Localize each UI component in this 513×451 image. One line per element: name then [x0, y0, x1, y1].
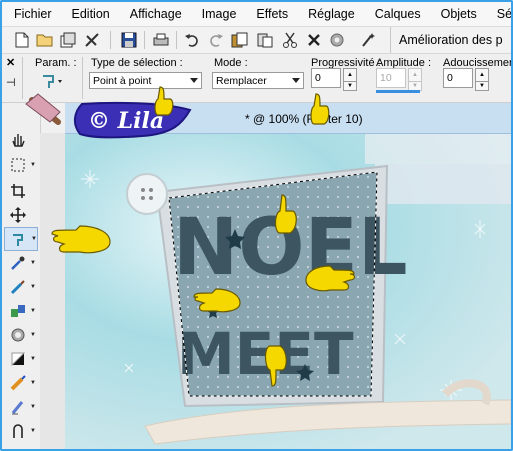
move-icon [8, 205, 28, 225]
menu-reglage[interactable]: Réglage [298, 2, 365, 26]
freehand-selection-tool[interactable]: ▼ [4, 227, 38, 251]
move-tool[interactable] [4, 203, 38, 227]
selection-type-select[interactable]: Point à point [89, 72, 202, 89]
contrast-tool[interactable]: ▼ [4, 347, 38, 371]
amplitude-value: 10 [380, 72, 392, 84]
freehand-selection-icon [9, 229, 29, 249]
menu-calques[interactable]: Calques [365, 2, 431, 26]
retouch-tool[interactable]: ▼ [4, 323, 38, 347]
menu-affichage[interactable]: Affichage [120, 2, 192, 26]
vertical-ruler [40, 133, 66, 449]
save-icon[interactable] [119, 30, 139, 50]
cut-icon[interactable] [280, 30, 300, 50]
dropper-tool[interactable]: ▼ [4, 251, 38, 275]
pointer-hand-icon [262, 342, 288, 391]
tool-palette: ▼ ▼ ▼ ▼ ▼ ▼ ▼ ▼ ▼ ▼ [2, 103, 41, 449]
selection-rect-icon [8, 155, 28, 175]
browse-icon[interactable] [58, 30, 78, 50]
pin-icon[interactable]: ⊣ [6, 76, 16, 89]
text-icon [8, 421, 28, 441]
magic-icon[interactable] [358, 30, 378, 50]
eraser-tool[interactable]: ▼ [4, 395, 38, 419]
print-icon[interactable] [151, 30, 171, 50]
redo-icon[interactable] [206, 30, 226, 50]
pointer-hand-icon [192, 287, 244, 318]
contrast-icon [8, 349, 28, 369]
menu-objets[interactable]: Objets [431, 2, 487, 26]
undo-icon[interactable] [182, 30, 202, 50]
brush-icon [8, 277, 28, 297]
dropper-icon [8, 253, 28, 273]
brush-tool[interactable]: ▼ [4, 275, 38, 299]
canvas-artwork: NOEL MEET [65, 134, 511, 449]
paste-icon[interactable] [255, 30, 275, 50]
mode-select[interactable]: Remplacer [212, 72, 304, 89]
smoothing-input[interactable]: 0 [443, 68, 473, 88]
color-replace-tool[interactable]: ▼ [4, 371, 38, 395]
pointer-hand-icon [152, 85, 176, 122]
amplitude-slider[interactable] [376, 90, 420, 93]
close-icon[interactable]: ✕ [6, 56, 15, 69]
retouch-icon [8, 325, 28, 345]
menu-edition[interactable]: Edition [62, 2, 120, 26]
selection-type-value: Point à point [93, 75, 152, 87]
text-tool[interactable]: ▼ [4, 419, 38, 443]
clone-icon [8, 301, 28, 321]
preset-icon[interactable] [40, 72, 66, 90]
progressivity-down-icon[interactable]: ▼ [343, 81, 357, 91]
progressivity-input[interactable]: 0 [311, 68, 341, 88]
amplitude-up-icon[interactable]: ▲ [408, 68, 422, 82]
scan-icon[interactable] [82, 30, 102, 50]
mode-label: Mode : [214, 57, 248, 69]
progressivity-value: 0 [315, 72, 321, 84]
open-folder-icon[interactable] [35, 30, 55, 50]
amplitude-input[interactable]: 10 [376, 68, 406, 88]
document-title: * @ 100% (Raster 10) [245, 112, 363, 126]
clone-tool[interactable]: ▼ [4, 299, 38, 323]
pointer-hand-icon [272, 193, 300, 240]
new-file-icon[interactable] [12, 30, 32, 50]
menu-bar: Fichier Edition Affichage Image Effets R… [2, 2, 511, 27]
menu-fichier[interactable]: Fichier [2, 2, 62, 26]
crop-tool[interactable] [4, 179, 38, 203]
app-window: Fichier Edition Affichage Image Effets R… [0, 0, 513, 451]
smoothing-up-icon[interactable]: ▲ [475, 68, 489, 82]
menu-selection[interactable]: Sélection [487, 2, 511, 26]
pointer-hand-icon [304, 264, 358, 297]
smoothing-down-icon[interactable]: ▼ [475, 81, 489, 91]
delete-icon[interactable] [304, 30, 324, 50]
image-canvas[interactable]: NOEL MEET [65, 134, 511, 449]
eraser-icon [8, 397, 28, 417]
pointer-hand-icon [308, 92, 332, 131]
mode-value: Remplacer [216, 75, 267, 87]
progressivity-up-icon[interactable]: ▲ [343, 68, 357, 82]
menu-effets[interactable]: Effets [246, 2, 298, 26]
copy-icon[interactable] [230, 30, 250, 50]
color-replace-icon [8, 373, 28, 393]
param-label: Param. : [35, 57, 77, 69]
enhancement-label[interactable]: Amélioration des p [390, 27, 503, 53]
smoothing-value: 0 [447, 72, 453, 84]
main-toolbar: Amélioration des p [2, 27, 511, 54]
menu-image[interactable]: Image [192, 2, 247, 26]
crop-icon [8, 181, 28, 201]
chevron-down-icon [289, 73, 303, 88]
chevron-down-icon [187, 73, 201, 88]
pointer-hand-icon [50, 224, 116, 259]
selection-tool[interactable]: ▼ [4, 153, 38, 177]
settings-icon[interactable] [327, 30, 347, 50]
selection-type-label: Type de sélection : [91, 57, 183, 69]
